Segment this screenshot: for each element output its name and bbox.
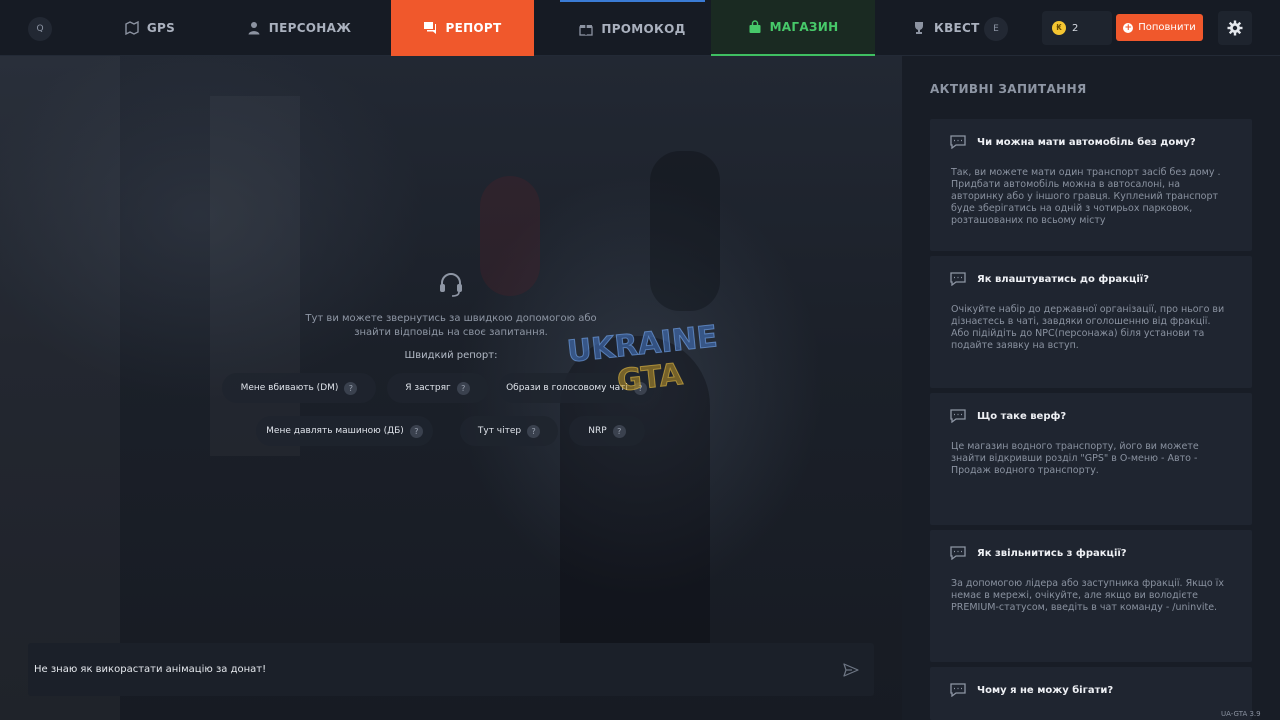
chip-label: Тут чітер [477, 426, 522, 436]
faq-question: Як влаштуватись до фракції? [977, 274, 1150, 285]
tab-shop[interactable]: МАГАЗИН [711, 0, 875, 56]
send-icon[interactable] [843, 662, 859, 678]
settings-button[interactable] [1218, 11, 1252, 45]
chip-label: NRP [588, 426, 607, 436]
chip-label: Мене вбивають (DM) [240, 383, 339, 393]
chip-label: Я застряг [405, 383, 451, 393]
faq-answer: Так, ви можете мати один транспорт засіб… [951, 167, 1221, 226]
chip-label: Мене давлять машиною (ДБ) [266, 426, 404, 436]
faq-question: Як звільнитись з фракції? [977, 548, 1127, 559]
coin-icon: ₭ [1052, 21, 1066, 35]
plus-icon: + [1123, 22, 1134, 33]
message-icon [950, 546, 966, 560]
gift-icon [579, 25, 594, 36]
tab-label: РЕПОРТ [445, 21, 502, 35]
help-icon[interactable]: ? [612, 424, 626, 438]
tab-quests[interactable]: КВЕСТ [912, 0, 980, 56]
message-icon [950, 409, 966, 423]
faq-item[interactable]: Як влаштуватись до фракції? Очікуйте наб… [930, 256, 1252, 388]
trophy-icon [915, 22, 923, 34]
person-icon [248, 22, 260, 35]
faq-question: Що таке верф? [977, 411, 1067, 422]
tab-label: МАГАЗИН [769, 20, 839, 34]
quick-report-chip[interactable]: Мене давлять машиною (ДБ) ? [256, 416, 433, 446]
quick-report-chip[interactable]: Мене вбивають (DM) ? [222, 373, 376, 403]
chat-icon [424, 22, 437, 34]
report-panel: Тут ви можете звернутись за швидкою допо… [0, 56, 902, 626]
faq-item[interactable]: Чи можна мати автомобіль без дому? Так, … [930, 119, 1252, 251]
report-message-box [28, 643, 874, 696]
coin-amount: 2 [1072, 22, 1079, 34]
tab-label: GPS [146, 21, 176, 35]
tab-gps[interactable]: GPS [75, 0, 225, 56]
faq-item[interactable]: Як звільнитись з фракції? За допомогою л… [930, 530, 1252, 662]
coin-balance: ₭ 2 [1042, 11, 1112, 45]
bag-icon [749, 20, 761, 33]
quick-report-chip[interactable]: Я застряг ? [387, 373, 488, 403]
top-nav-bar: Q GPS ПЕРСОНАЖ РЕПОРТ ПРОМОКОД МАГАЗИН К… [0, 0, 1280, 56]
faq-answer: Це магазин водного транспорту, його ви м… [951, 441, 1199, 476]
message-icon [950, 135, 966, 149]
faq-question: Чому я не можу бігати? [977, 685, 1114, 696]
prev-tab-key-hint: Q [28, 17, 52, 41]
map-icon [125, 21, 139, 35]
faq-answer: За допомогою лідера або заступника фракц… [951, 578, 1224, 613]
tab-label: ПЕРСОНАЖ [268, 21, 352, 35]
help-icon[interactable]: ? [409, 424, 423, 438]
version-label: UA-GTA 3.9 [1221, 710, 1261, 718]
message-icon [950, 683, 966, 697]
faq-title: АКТИВНІ ЗАПИТАННЯ [930, 82, 1087, 96]
tab-report[interactable]: РЕПОРТ [391, 0, 534, 56]
report-message-input[interactable] [28, 643, 828, 696]
topup-label: Поповнити [1138, 22, 1196, 33]
tab-label: КВЕСТ [934, 21, 980, 35]
help-icon[interactable]: ? [456, 381, 470, 395]
ukraine-gta-logo: UKRAINE GTA [565, 320, 720, 399]
tab-label: ПРОМОКОД [601, 22, 686, 36]
faq-item[interactable]: Чому я не можу бігати? [930, 667, 1252, 720]
help-icon[interactable]: ? [344, 381, 358, 395]
gear-icon [1227, 20, 1243, 36]
topup-button[interactable]: + Поповнити [1116, 14, 1203, 41]
svg-text:GTA: GTA [616, 357, 686, 399]
tab-character[interactable]: ПЕРСОНАЖ [228, 0, 370, 56]
next-tab-key-hint: E [984, 17, 1008, 41]
message-icon [950, 272, 966, 286]
faq-panel: АКТИВНІ ЗАПИТАННЯ Чи можна мати автомобі… [902, 56, 1280, 720]
faq-answer: Очікуйте набір до державної організації,… [951, 304, 1225, 351]
tab-promocode[interactable]: ПРОМОКОД [560, 0, 705, 56]
help-icon[interactable]: ? [527, 424, 541, 438]
faq-item[interactable]: Що таке верф? Це магазин водного транспо… [930, 393, 1252, 525]
faq-question: Чи можна мати автомобіль без дому? [977, 137, 1196, 148]
quick-report-chip[interactable]: NRP ? [569, 416, 645, 446]
quick-report-chip[interactable]: Тут чітер ? [460, 416, 558, 446]
headset-icon [440, 273, 462, 297]
